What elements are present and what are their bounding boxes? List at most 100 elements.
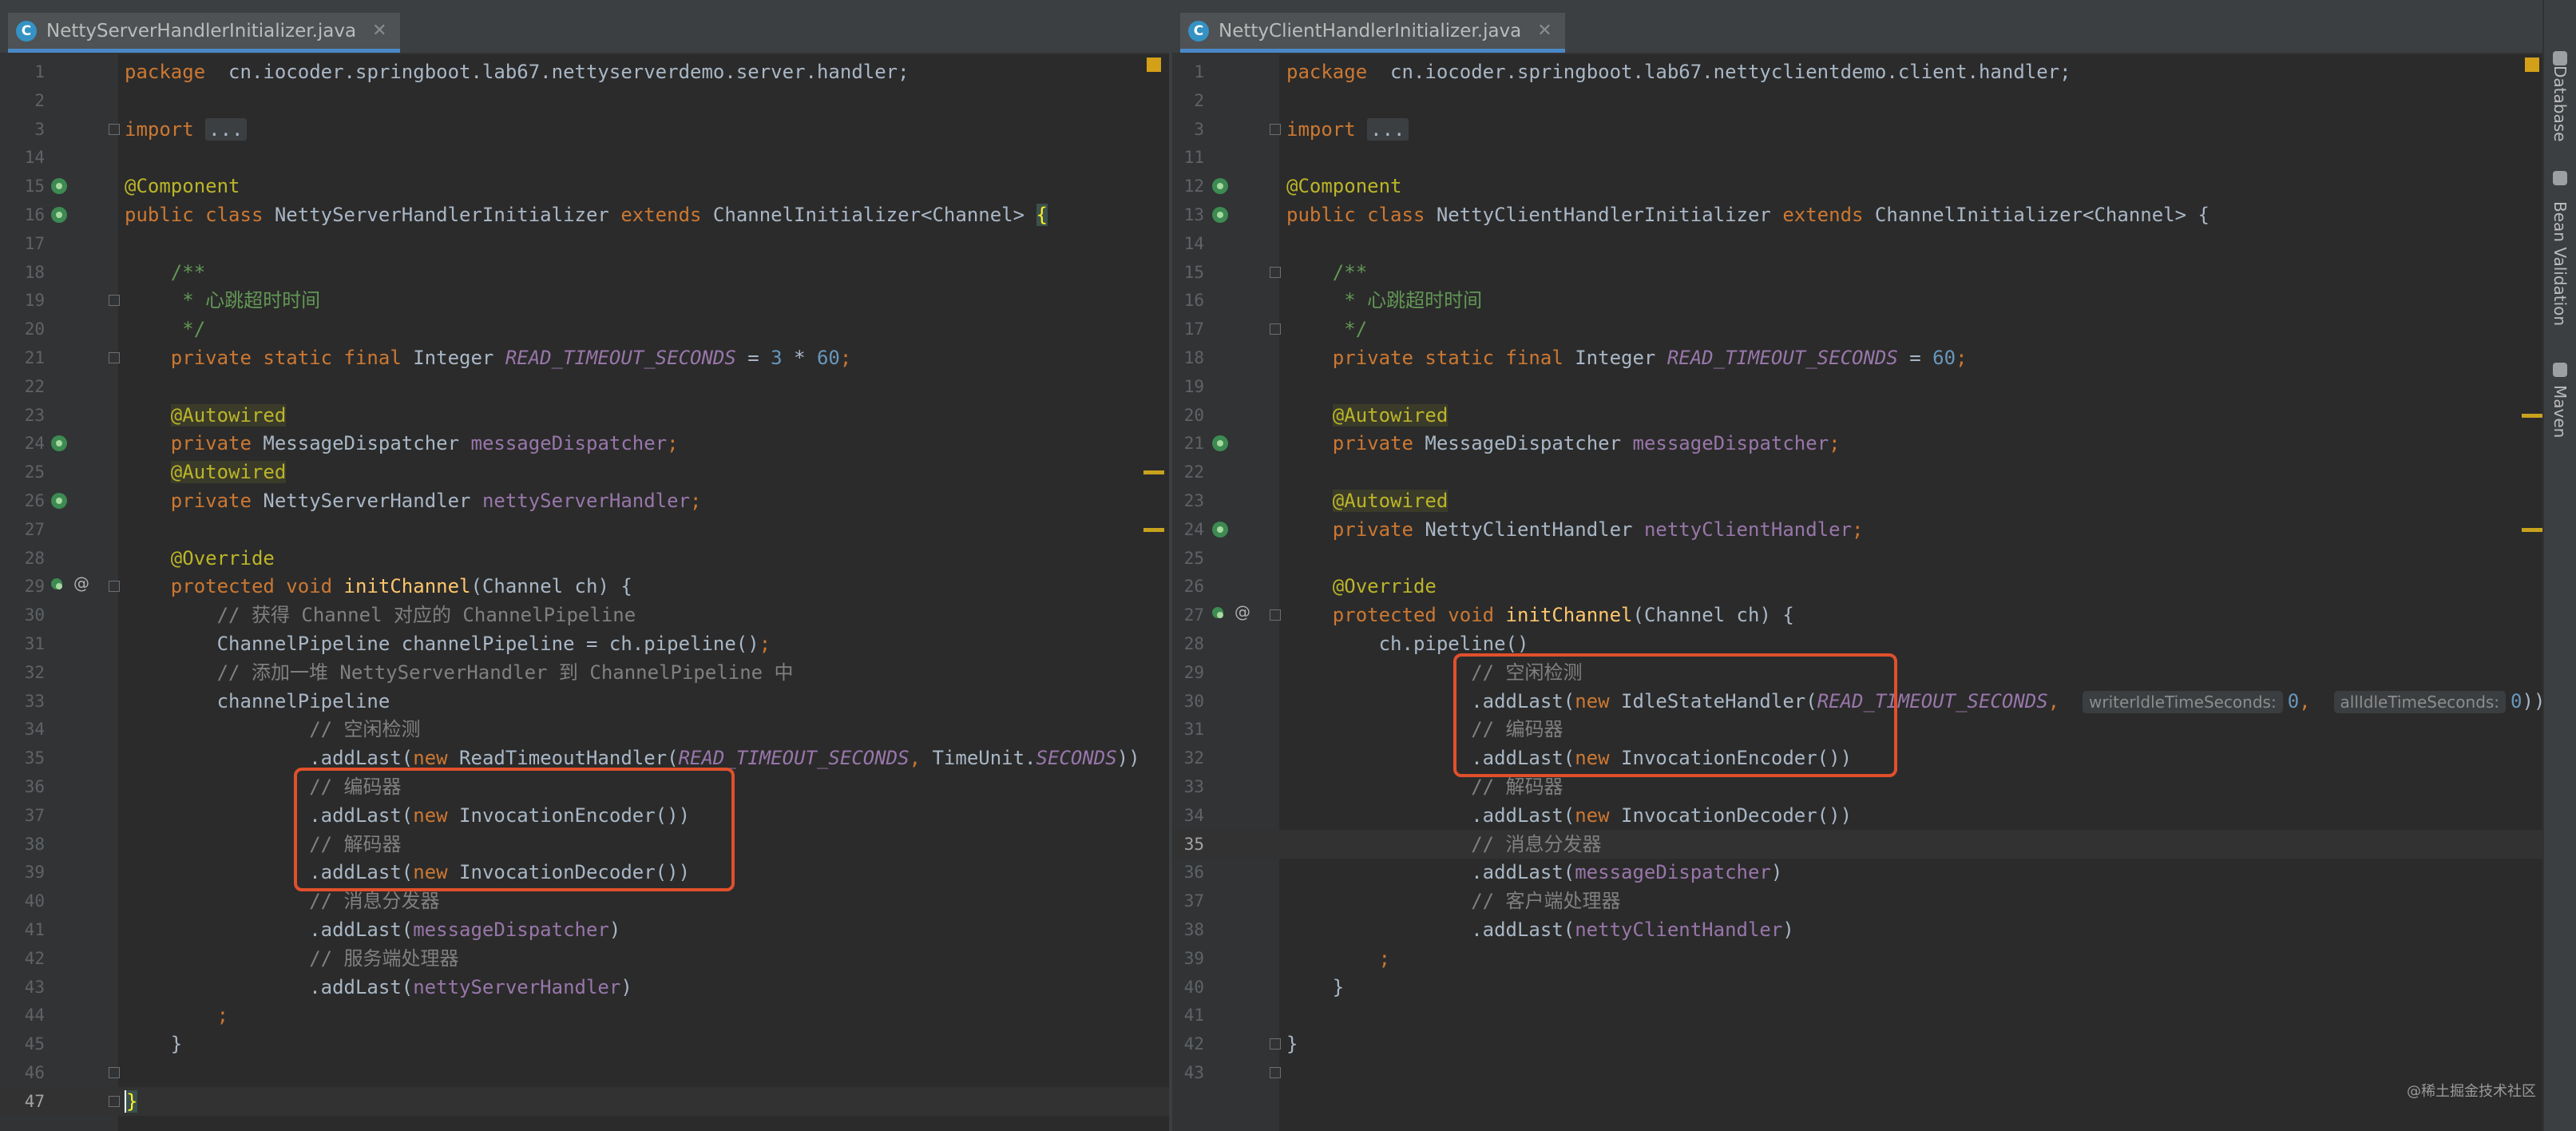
code-line[interactable]: 31 ChannelPipeline channelPipeline = ch.… <box>0 629 1169 658</box>
fold-toggle-icon[interactable] <box>1270 609 1281 621</box>
code-line[interactable]: 47} <box>0 1087 1169 1116</box>
code-line[interactable]: 19 <box>1172 372 2544 401</box>
code-token: protected void <box>1286 604 1495 627</box>
code-token: nettyClientHandler <box>1643 518 1853 541</box>
bean-validation-tool-tab[interactable]: Bean Validation <box>2544 160 2576 343</box>
tab-server-initializer[interactable]: C NettyServerHandlerInitializer.java ✕ <box>8 13 400 53</box>
fold-toggle-icon[interactable] <box>109 352 120 363</box>
right-code-editor[interactable]: 1 package cn.iocoder.springboot.lab67.net… <box>1172 53 2544 1131</box>
code-line[interactable]: 13 public class NettyClientHandlerInitial… <box>1172 200 2544 229</box>
code-line[interactable]: 32 // 添加一堆 NettyServerHandler 到 ChannelP… <box>0 658 1169 687</box>
inspection-status-icon[interactable] <box>1147 58 1161 72</box>
close-tab-icon[interactable]: ✕ <box>1537 21 1552 41</box>
spring-bean-gutter-icon[interactable] <box>1212 521 1228 538</box>
code-line[interactable]: 21 private MessageDispatcher messageDisp… <box>1172 429 2544 458</box>
fold-toggle-icon[interactable] <box>109 581 120 593</box>
code-line[interactable]: 23 @Autowired <box>1172 486 2544 515</box>
code-line[interactable]: 27 <box>0 515 1169 544</box>
code-line[interactable]: 43 .addLast(nettyServerHandler) <box>0 973 1169 1002</box>
code-line[interactable]: 34 // 空闲检测 <box>0 715 1169 744</box>
code-line[interactable]: 12 @Component <box>1172 172 2544 200</box>
code-line[interactable]: 15 @Component <box>0 172 1169 200</box>
code-line[interactable]: 26 private NettyServerHandler nettyServe… <box>0 486 1169 515</box>
fold-toggle-icon[interactable] <box>1270 1067 1281 1078</box>
code-line[interactable]: 39 ; <box>1172 944 2544 973</box>
code-line[interactable]: 33 channelPipeline <box>0 687 1169 716</box>
scrollbar-warning-mark[interactable] <box>2522 527 2542 532</box>
code-line[interactable]: 44 ; <box>0 1001 1169 1030</box>
code-line[interactable]: 17 <box>0 229 1169 258</box>
code-line[interactable]: 22 <box>0 372 1169 401</box>
code-line[interactable]: 20 @Autowired <box>1172 401 2544 430</box>
code-line[interactable]: 42} <box>1172 1030 2544 1058</box>
override-method-icon[interactable] <box>51 578 62 590</box>
code-line[interactable]: 19 * 心跳超时时间 <box>0 286 1169 315</box>
code-line[interactable]: 28 @Override <box>0 544 1169 573</box>
code-line[interactable]: 14 <box>0 143 1169 172</box>
code-line[interactable]: 2 <box>0 86 1169 115</box>
code-line[interactable]: 18 /** <box>0 258 1169 287</box>
code-text: @Autowired <box>125 401 287 430</box>
code-line[interactable]: 35 // 消息分发器 <box>1172 830 2544 859</box>
tab-client-initializer[interactable]: C NettyClientHandlerInitializer.java ✕ <box>1180 13 1565 53</box>
scrollbar-warning-mark[interactable] <box>2522 413 2542 418</box>
code-line[interactable]: 46 <box>0 1058 1169 1087</box>
left-code-editor[interactable]: 1 package cn.iocoder.springboot.lab67.net… <box>0 53 1169 1131</box>
fold-toggle-icon[interactable] <box>1270 1038 1281 1050</box>
code-line[interactable]: 40 } <box>1172 973 2544 1002</box>
code-line[interactable]: 25 @Autowired <box>0 458 1169 486</box>
code-line[interactable]: 23 @Autowired <box>0 401 1169 430</box>
code-line[interactable]: 22 <box>1172 458 2544 486</box>
code-line[interactable]: 38 .addLast(nettyClientHandler) <box>1172 915 2544 944</box>
code-line[interactable]: 25 <box>1172 544 2544 573</box>
fold-toggle-icon[interactable] <box>1270 323 1281 335</box>
fold-toggle-icon[interactable] <box>109 1067 120 1078</box>
code-line[interactable]: 16 public class NettyServerHandlerInitial… <box>0 200 1169 229</box>
code-line[interactable]: 45 } <box>0 1030 1169 1058</box>
code-line[interactable]: 26 @Override <box>1172 572 2544 601</box>
code-line[interactable]: 20 */ <box>0 315 1169 343</box>
spring-bean-gutter-icon[interactable] <box>51 493 67 509</box>
code-line[interactable]: 18 private static final Integer READ_TIM… <box>1172 343 2544 372</box>
scrollbar-warning-mark[interactable] <box>1143 470 1164 475</box>
code-line[interactable]: 21 private static final Integer READ_TIM… <box>0 343 1169 372</box>
inspection-status-icon[interactable] <box>2525 58 2539 72</box>
code-token: messageDispatcher <box>413 919 609 941</box>
code-line[interactable]: 37 // 客户端处理器 <box>1172 887 2544 915</box>
code-line[interactable]: 29 protected void initChannel(Channel ch… <box>0 572 1169 601</box>
fold-toggle-icon[interactable] <box>1270 266 1281 278</box>
code-line[interactable]: 17 */ <box>1172 315 2544 343</box>
code-line[interactable]: 2 <box>1172 86 2544 115</box>
override-method-icon[interactable] <box>1212 607 1223 619</box>
close-tab-icon[interactable]: ✕ <box>372 21 386 41</box>
code-line[interactable]: 24 private MessageDispatcher messageDisp… <box>0 429 1169 458</box>
code-line[interactable]: 34 .addLast(new InvocationDecoder()) <box>1172 801 2544 830</box>
code-line[interactable]: 3 import ... <box>1172 115 2544 144</box>
code-line[interactable]: 14 <box>1172 229 2544 258</box>
code-line[interactable]: 11 <box>1172 143 2544 172</box>
code-line[interactable]: 3 import ... <box>0 115 1169 144</box>
code-line[interactable]: 36 .addLast(messageDispatcher) <box>1172 858 2544 887</box>
code-line[interactable]: 27 protected void initChannel(Channel ch… <box>1172 601 2544 629</box>
fold-toggle-icon[interactable] <box>109 1095 120 1107</box>
code-line[interactable]: 42 // 服务端处理器 <box>0 944 1169 973</box>
fold-toggle-icon[interactable] <box>109 123 120 135</box>
code-line[interactable]: 1 package cn.iocoder.springboot.lab67.net… <box>0 58 1169 86</box>
code-line[interactable]: 30 // 获得 Channel 对应的 ChannelPipeline <box>0 601 1169 629</box>
spring-bean-gutter-icon[interactable] <box>1212 207 1228 223</box>
code-line[interactable]: 24 private NettyClientHandler nettyClien… <box>1172 515 2544 544</box>
code-line[interactable]: 43 <box>1172 1058 2544 1087</box>
code-line[interactable]: 16 * 心跳超时时间 <box>1172 286 2544 315</box>
code-line[interactable]: 41 <box>1172 1001 2544 1030</box>
fold-toggle-icon[interactable] <box>109 295 120 307</box>
database-tool-tab[interactable]: Database <box>2544 40 2576 144</box>
code-line[interactable]: 15 /** <box>1172 258 2544 287</box>
code-line[interactable]: 41 .addLast(messageDispatcher) <box>0 915 1169 944</box>
code-token: private <box>1286 518 1413 541</box>
line-number: 25 <box>1183 548 1204 568</box>
fold-toggle-icon[interactable] <box>1270 123 1281 135</box>
maven-tool-tab[interactable]: Maven <box>2544 351 2576 447</box>
code-line[interactable]: 1 package cn.iocoder.springboot.lab67.net… <box>1172 58 2544 86</box>
spring-bean-gutter-icon[interactable] <box>51 207 67 223</box>
scrollbar-warning-mark[interactable] <box>1143 527 1164 532</box>
